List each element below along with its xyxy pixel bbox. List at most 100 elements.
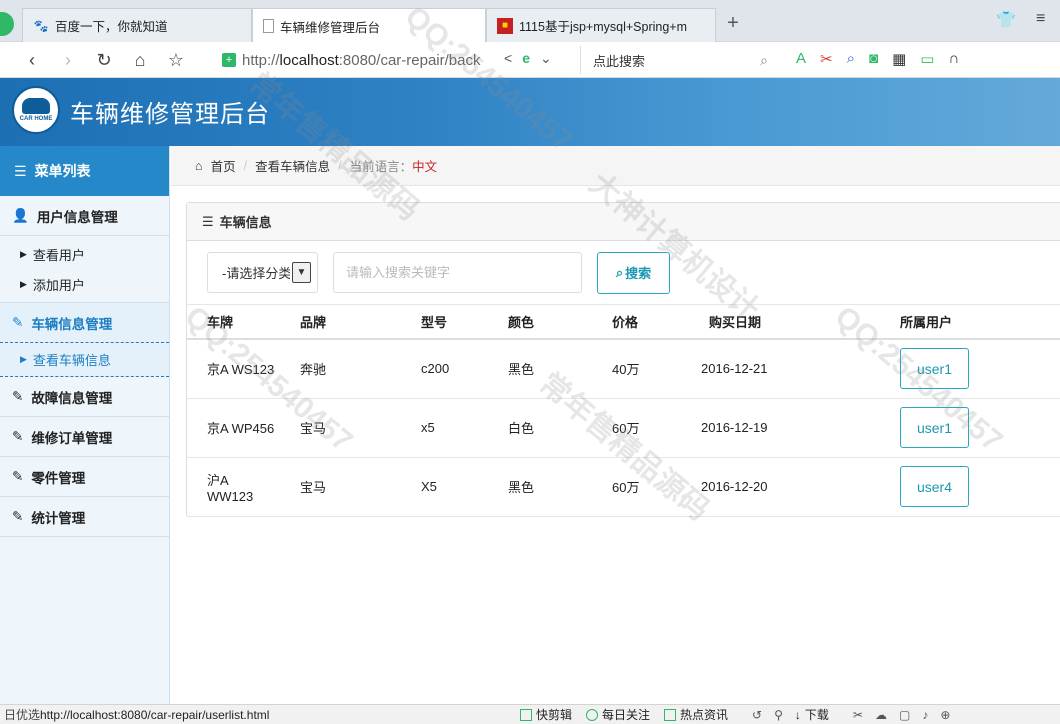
- sidebar: ☰ 菜单列表 👤 用户信息管理 ▶ 查看用户 ▶ 添加用户 ✎ 车辆信息管理 ▶…: [0, 146, 170, 704]
- table-row: 京A WP456 宝马 x5 白色 60万 2016-12-19 user1: [187, 398, 1060, 458]
- tab-baidu[interactable]: 🐾 百度一下，你就知道: [22, 8, 252, 42]
- status-tools-right: ✂ ☁ ▢ ♪ ⊕: [853, 708, 950, 722]
- panel-title: 车辆信息: [219, 215, 272, 230]
- category-select[interactable]: -请选择分类 ▼: [207, 252, 318, 293]
- url-tools: < e ⌄: [504, 50, 552, 67]
- zoom-icon[interactable]: ⊕: [940, 708, 950, 722]
- status-download[interactable]: ↓ 下载: [795, 706, 829, 723]
- status-left[interactable]: 日优选: [0, 706, 40, 723]
- sidebar-item-view-vehicles[interactable]: ▶ 查看车辆信息: [0, 343, 169, 377]
- tab-label: 车辆维修管理后台: [280, 20, 381, 35]
- star-icon[interactable]: ☆: [164, 48, 188, 72]
- edit-icon: ✎: [12, 508, 24, 524]
- tab-car-repair[interactable]: 车辆维修管理后台: [252, 8, 486, 43]
- status-tools: ↺ ⚲: [752, 708, 783, 722]
- site-icon: ■: [497, 17, 513, 34]
- search-input[interactable]: [333, 252, 582, 293]
- window-icon[interactable]: ▢: [899, 708, 910, 722]
- table-row: 沪A WW123 宝马 X5 黑色 60万 2016-12-20 user4: [187, 457, 1060, 517]
- sidebar-section-statistics[interactable]: ✎ 统计管理: [0, 497, 169, 537]
- chevron-down-icon[interactable]: ⌄: [540, 50, 552, 67]
- vehicle-panel: ☰ 车辆信息 -请选择分类 ▼ ⌕ 搜索 车牌 品牌 型号 颜色 价格: [186, 202, 1060, 517]
- search-button-label: 搜索: [625, 266, 652, 281]
- home-icon[interactable]: ⌂: [128, 48, 152, 72]
- headphones-icon[interactable]: ∩: [948, 50, 959, 68]
- url-text: http://localhost:8080/car-repair/back: [242, 51, 481, 69]
- cloud-icon[interactable]: ☁: [875, 708, 887, 722]
- cell-color: 黑色: [508, 457, 612, 517]
- paw-icon: 🐾: [33, 18, 49, 33]
- focus-icon: [586, 708, 599, 721]
- sidebar-section-fault-management[interactable]: ✎ 故障信息管理: [0, 377, 169, 417]
- cell-user: user4: [900, 457, 1060, 517]
- chevron-down-icon[interactable]: ▼: [292, 262, 311, 283]
- forward-icon[interactable]: ›: [56, 48, 80, 72]
- browser-search-placeholder: 点此搜索: [593, 53, 646, 69]
- status-daily-focus[interactable]: 每日关注: [586, 706, 650, 723]
- game-icon[interactable]: ◙: [869, 50, 878, 68]
- back-icon[interactable]: ‹: [20, 48, 44, 72]
- sidebar-title: ☰ 菜单列表: [0, 146, 169, 196]
- sidebar-section-parts[interactable]: ✎ 零件管理: [0, 457, 169, 497]
- cut-icon[interactable]: ✂: [853, 708, 863, 722]
- sidebar-section-label: 维修订单管理: [31, 430, 113, 446]
- sidebar-item-add-user[interactable]: ▶ 添加用户: [0, 269, 169, 299]
- app-title: 车辆维修管理后台: [70, 101, 270, 128]
- cell-brand: 宝马: [300, 398, 401, 458]
- list-icon: ☰: [14, 162, 27, 179]
- share-icon[interactable]: <: [504, 50, 512, 67]
- status-url: http://localhost:8080/car-repair/userlis…: [40, 707, 270, 722]
- browser-search-box[interactable]: 点此搜索 ⌕: [580, 46, 774, 74]
- cell-plate: 沪A WW123: [187, 457, 300, 517]
- header-price: 价格: [612, 305, 699, 340]
- user-button[interactable]: user4: [900, 466, 969, 507]
- sidebar-item-view-users[interactable]: ▶ 查看用户: [0, 239, 169, 269]
- breadcrumb-separator: /: [243, 158, 248, 173]
- language-label: 当前语言：: [349, 160, 413, 174]
- tab-source[interactable]: ■ 1115基于jsp+mysql+Spring+m: [486, 8, 716, 42]
- sidebar-section-repair-orders[interactable]: ✎ 维修订单管理: [0, 417, 169, 457]
- sidebar-section-vehicle-management[interactable]: ✎ 车辆信息管理: [0, 303, 169, 343]
- pin-icon[interactable]: ⚲: [774, 708, 783, 722]
- history-icon[interactable]: ↺: [752, 708, 762, 722]
- breadcrumb-current[interactable]: 查看车辆信息: [255, 156, 330, 175]
- sidebar-section-label: 车辆信息管理: [31, 316, 113, 332]
- battery-icon[interactable]: ▭: [920, 50, 934, 68]
- volume-icon[interactable]: ♪: [922, 708, 928, 722]
- browser-status-bar: 日优选 http://localhost:8080/car-repair/use…: [0, 704, 1060, 724]
- caret-right-icon: ▶: [20, 354, 27, 364]
- new-tab-icon[interactable]: +: [722, 12, 744, 34]
- refresh-icon[interactable]: ↻: [92, 48, 116, 72]
- header-color: 颜色: [508, 305, 612, 340]
- sidebar-section-label: 零件管理: [31, 470, 86, 486]
- user-button[interactable]: user1: [900, 348, 969, 390]
- header-brand: 品牌: [300, 305, 401, 340]
- sidebar-title-label: 菜单列表: [34, 163, 91, 179]
- breadcrumb-home[interactable]: 首页: [211, 156, 236, 175]
- sidebar-section-label: 统计管理: [31, 510, 86, 526]
- scissors-icon[interactable]: ✂: [820, 50, 833, 68]
- sidebar-item-label: 添加用户: [32, 277, 85, 293]
- sidebar-section-user-management[interactable]: 👤 用户信息管理: [0, 196, 169, 236]
- browser-engine-icon[interactable]: e: [522, 50, 530, 67]
- language-value[interactable]: 中文: [412, 156, 437, 175]
- status-quick-clip[interactable]: 快剪辑: [520, 706, 572, 723]
- cell-date: 2016-12-20: [699, 457, 900, 517]
- browser-nav-bar: ‹ › ↻ ⌂ ☆ + http://localhost:8080/car-re…: [0, 42, 1060, 78]
- status-hot-news[interactable]: 热点资讯: [664, 706, 728, 723]
- grid-icon[interactable]: ▦: [892, 50, 906, 68]
- cell-color: 白色: [508, 398, 612, 458]
- logo-text: CAR HOME: [19, 116, 53, 122]
- user-button[interactable]: user1: [900, 407, 969, 448]
- table-header-row: 车牌 品牌 型号 颜色 价格 购买日期 所属用户: [187, 305, 1060, 340]
- search-icon[interactable]: ⌕: [760, 52, 768, 69]
- breadcrumb-separator: /: [338, 158, 342, 173]
- browser-logo-icon[interactable]: [0, 12, 14, 36]
- search-button[interactable]: ⌕ 搜索: [597, 251, 670, 294]
- magnifier-icon[interactable]: ⌕: [847, 50, 855, 68]
- translate-icon[interactable]: A: [796, 50, 806, 68]
- sidebar-section-label: 故障信息管理: [31, 390, 113, 406]
- shirt-icon[interactable]: 👕: [996, 10, 1016, 30]
- menu-icon[interactable]: ≡: [1036, 10, 1045, 28]
- cell-user: user1: [900, 398, 1060, 458]
